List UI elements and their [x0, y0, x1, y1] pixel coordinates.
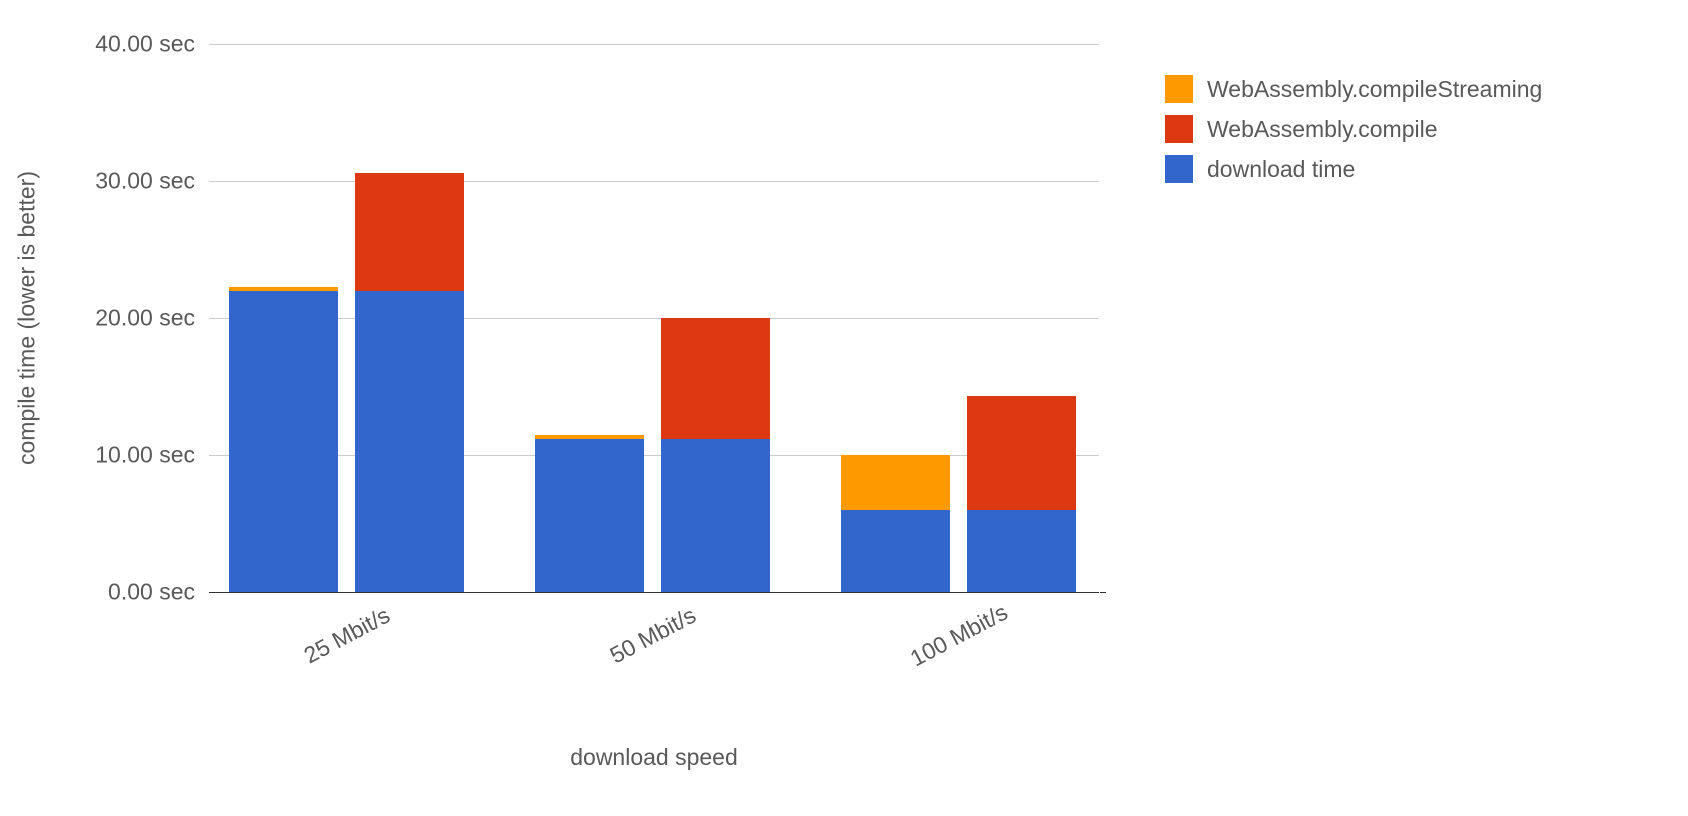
legend-label: WebAssembly.compile — [1207, 116, 1438, 143]
bar-segment-download — [535, 439, 644, 592]
gridline — [209, 181, 1099, 182]
y-tick-label: 40.00 sec — [95, 31, 195, 58]
x-axis-title: download speed — [570, 744, 738, 771]
y-tick-label: 30.00 sec — [95, 168, 195, 195]
chart-container: compile time (lower is better) 40.00 sec… — [0, 0, 1688, 816]
bar-segment-download — [355, 291, 464, 592]
bar-streaming — [535, 435, 644, 592]
gridline — [209, 318, 1099, 319]
legend-label: download time — [1207, 156, 1355, 183]
gridline — [209, 455, 1099, 456]
legend-item: WebAssembly.compile — [1165, 115, 1542, 143]
x-tick-label: 50 Mbit/s — [605, 602, 700, 670]
legend-label: WebAssembly.compileStreaming — [1207, 76, 1542, 103]
bar-segment-compile — [661, 318, 770, 439]
legend-item: WebAssembly.compileStreaming — [1165, 75, 1542, 103]
x-tick-label: 100 Mbit/s — [906, 599, 1012, 673]
bar-segment-compile — [355, 173, 464, 291]
bar-segment-download — [967, 510, 1076, 592]
bar-segment-compile — [967, 396, 1076, 510]
bar-segment-download — [661, 439, 770, 592]
bar-segment-download — [841, 510, 950, 592]
y-tick-label: 10.00 sec — [95, 442, 195, 469]
bar-streaming — [229, 287, 338, 592]
axis-tick — [1100, 592, 1106, 593]
plot-area: 40.00 sec 30.00 sec 20.00 sec 10.00 sec … — [209, 44, 1099, 592]
gridline — [209, 44, 1099, 45]
bar-nonstreaming — [661, 318, 770, 592]
bar-streaming — [841, 455, 950, 592]
bar-nonstreaming — [967, 396, 1076, 592]
bar-nonstreaming — [355, 173, 464, 592]
legend-swatch-icon — [1165, 75, 1193, 103]
bar-segment-download — [229, 291, 338, 592]
y-axis-title: compile time (lower is better) — [14, 171, 41, 465]
x-tick-label: 25 Mbit/s — [299, 602, 394, 670]
legend-swatch-icon — [1165, 155, 1193, 183]
legend-swatch-icon — [1165, 115, 1193, 143]
baseline — [209, 592, 1099, 593]
bar-segment-streaming — [841, 455, 950, 510]
y-tick-label: 20.00 sec — [95, 305, 195, 332]
legend-item: download time — [1165, 155, 1542, 183]
y-tick-label: 0.00 sec — [108, 579, 195, 606]
legend: WebAssembly.compileStreaming WebAssembly… — [1165, 75, 1542, 195]
